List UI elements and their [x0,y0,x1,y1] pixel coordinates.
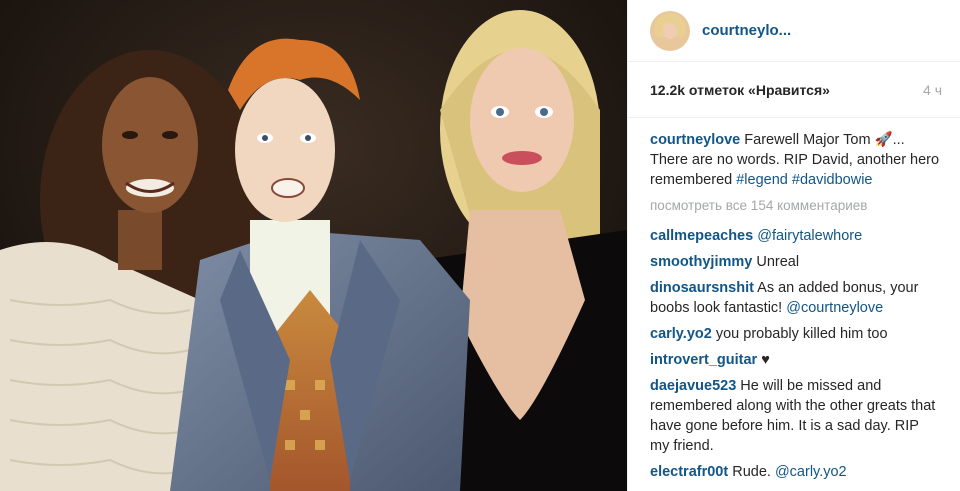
post-photo[interactable] [0,0,627,491]
comment-author[interactable]: carly.yo2 [650,326,712,342]
comment-author[interactable]: smoothyjimmy [650,254,752,270]
comment-item: dinosaursnshit As an added bonus, your b… [650,278,942,318]
photo-illustration [0,0,627,491]
post-header: courtneylo... [628,0,960,62]
comment-item: callmepeaches @fairytalewhore [650,226,942,246]
comment-item: electrafr00t Rude. @carly.yo2 [650,462,942,482]
comment-author[interactable]: callmepeaches [650,228,753,244]
hashtag-davidbowie[interactable]: #davidbowie [792,172,873,188]
caption-author[interactable]: courtneylove [650,132,740,148]
comment-item: smoothyjimmy Unreal [650,252,942,272]
likes-count[interactable]: 12.2k отметок «Нравится» [650,82,830,98]
hashtag-legend[interactable]: #legend [736,172,788,188]
comment-author[interactable]: electrafr00t [650,464,728,480]
comment-text: Rude. [732,464,775,480]
post-author-username[interactable]: courtneylo... [702,22,791,39]
comment-text: Unreal [756,254,800,270]
comment-author[interactable]: dinosaursnshit [650,280,754,296]
comment-item: daejavue523 He will be missed and rememb… [650,376,942,456]
post-stats: 12.2k отметок «Нравится» 4 ч [628,62,960,118]
comment-item: introvert_guitar ♥ [650,350,942,370]
comment-mention[interactable]: @courtneylove [786,300,883,316]
avatar[interactable] [650,10,690,51]
caption: courtneylove Farewell Major Tom 🚀... The… [650,130,942,190]
heart-icon: ♥ [761,352,770,368]
view-all-comments-link[interactable]: посмотреть все 154 комментариев [650,196,942,216]
comments-section: courtneylove Farewell Major Tom 🚀... The… [628,118,960,488]
comment-item: carly.yo2 you probably killed him too [650,324,942,344]
instagram-post: courtneylo... 12.2k отметок «Нравится» 4… [0,0,960,491]
comment-author[interactable]: introvert_guitar [650,352,757,368]
comment-mention[interactable]: @carly.yo2 [775,464,847,480]
caption-text: Farewell Major Tom [744,132,875,148]
post-timestamp[interactable]: 4 ч [923,82,942,98]
rocket-icon: 🚀 [874,132,893,148]
comment-text: you probably killed him too [715,326,888,342]
comment-author[interactable]: daejavue523 [650,378,736,394]
post-side-panel: courtneylo... 12.2k отметок «Нравится» 4… [627,0,960,491]
comment-mention[interactable]: @fairytalewhore [757,228,862,244]
